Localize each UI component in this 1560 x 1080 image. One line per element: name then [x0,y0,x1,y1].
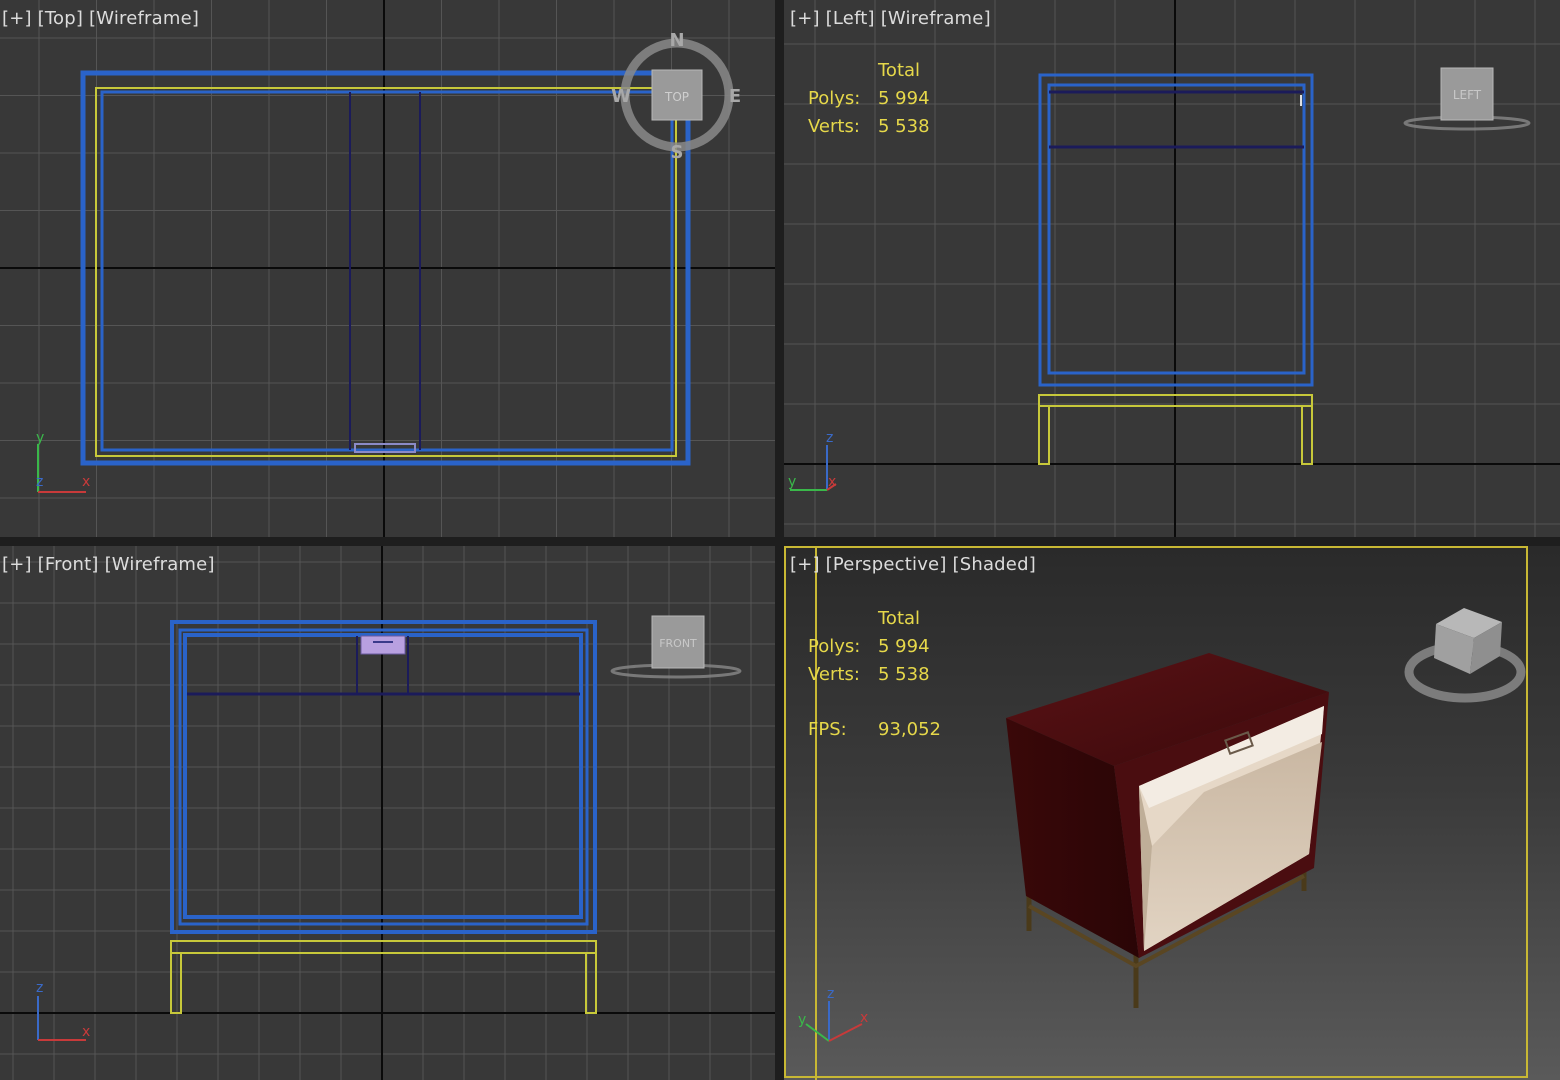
axis-tripod: z y x [788,430,837,491]
cube-face-label: TOP [664,90,689,104]
viewport-left[interactable]: LEFT z y x [+] [Left] [Wireframe] Total … [784,0,1560,537]
viewcube[interactable]: LEFT [1403,67,1531,131]
viewport-menu-plus[interactable]: [+] [790,554,820,575]
viewport-separator-vertical[interactable] [775,0,784,1080]
nightstand-model[interactable] [1006,653,1329,1008]
viewport-shading-mode[interactable]: [Wireframe] [105,554,215,575]
viewport-label: [+] [Top] [Wireframe] [2,8,199,29]
top-view-canvas[interactable]: TOP N S E W y z x [0,0,775,537]
stats-polys-label: Polys: [808,88,861,109]
stats-verts-label: Verts: [808,664,860,685]
axis-tripod: z x [36,980,90,1041]
viewport-top[interactable]: TOP N S E W y z x [+] [Top] [Wireframe] [0,0,775,537]
viewcube-face-label: FRONT [659,637,697,650]
viewport-menu-plus[interactable]: [+] [790,8,820,29]
stats-verts-value: 5 538 [878,664,930,685]
axis-z-label: z [827,986,834,1002]
axis-x-label: x [828,474,836,490]
stats-fps-value: 93,052 [878,719,941,740]
viewport-shading-mode[interactable]: [Shaded] [952,554,1035,575]
axis-y-label: y [798,1012,806,1028]
stats-verts-label: Verts: [808,116,860,137]
axis-z-label: z [36,474,43,490]
viewport-label: [+] [Left] [Wireframe] [790,8,991,29]
compass-south: S [671,142,684,163]
viewcube[interactable] [1404,608,1526,703]
stats-polys-value: 5 994 [878,88,930,109]
compass-east: E [729,86,741,107]
axis-x-label: x [860,1010,868,1026]
axis-y-label: y [788,474,796,490]
compass-west: W [611,86,631,107]
viewport-point-of-view[interactable]: [Top] [38,8,83,29]
nightstand-wireframe[interactable] [170,620,597,1014]
viewport-perspective[interactable]: z y x [+] [Perspective] [Shaded] Total P… [784,546,1560,1080]
viewport-point-of-view[interactable]: [Perspective] [826,554,947,575]
viewcube-face-label: LEFT [1453,88,1482,102]
viewport-menu-plus[interactable]: [+] [2,554,32,575]
viewport-label: [+] [Perspective] [Shaded] [790,554,1036,575]
viewcube-compass[interactable]: TOP N S E W [611,30,741,163]
stats-total-heading: Total [878,608,921,629]
viewport-label: [+] [Front] [Wireframe] [2,554,215,575]
viewport-point-of-view[interactable]: [Front] [38,554,99,575]
statistics-overlay: Total Polys: 5 994 Verts: 5 538 [808,57,1008,147]
stats-total-heading: Total [878,60,921,81]
drawer-handle[interactable] [360,635,406,655]
stats-fps-label: FPS: [808,719,847,740]
axis-z-label: z [36,980,43,996]
viewcube[interactable]: FRONT [610,615,742,679]
viewport-shading-mode[interactable]: [Wireframe] [89,8,199,29]
viewport-shading-mode[interactable]: [Wireframe] [881,8,991,29]
stats-polys-value: 5 994 [878,636,930,657]
front-view-canvas[interactable]: FRONT z x [0,546,775,1080]
stats-verts-value: 5 538 [878,116,930,137]
viewport-menu-plus[interactable]: [+] [2,8,32,29]
stats-polys-label: Polys: [808,636,861,657]
statistics-overlay: Total Polys: 5 994 Verts: 5 538 FPS: 93,… [808,605,1008,745]
viewport-point-of-view[interactable]: [Left] [826,8,875,29]
viewport-front[interactable]: FRONT z x [+] [Front] [Wireframe] [0,546,775,1080]
axis-x-label: x [82,1024,90,1040]
axis-y-label: y [36,430,44,446]
axis-x-label: x [82,474,90,490]
axis-tripod: z y x [798,986,868,1042]
axis-z-label: z [826,430,833,446]
compass-north: N [669,30,684,51]
